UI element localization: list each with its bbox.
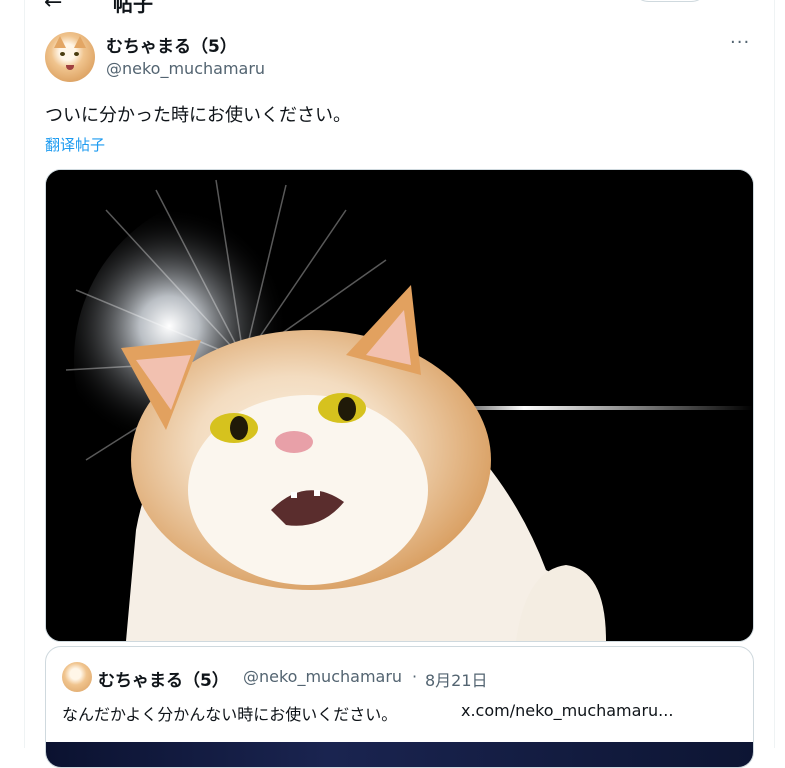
quote-image [46, 742, 753, 767]
quoted-post[interactable]: むちゃまる（5） @neko_muchamaru · 8月21日 なんだかよく分… [45, 646, 754, 768]
arrow-left-icon[interactable]: ← [44, 0, 62, 15]
quote-author-handle: @neko_muchamaru [243, 667, 403, 686]
quote-link[interactable]: x.com/neko_muchamaru... [461, 701, 673, 720]
author-handle[interactable]: @neko_muchamaru [106, 59, 265, 78]
quote-text: なんだかよく分かんない時にお使いください。 [62, 705, 398, 724]
page-title: 帖子 [113, 0, 153, 16]
quote-author-name: むちゃまる（5） [98, 671, 229, 691]
more-horizontal-icon[interactable]: ··· [730, 32, 750, 53]
quote-date: 8月21日 [425, 671, 488, 690]
reply-button[interactable]: 回复 [631, 0, 709, 2]
post-text: ついに分かった時にお使いください。 [45, 105, 351, 126]
avatar[interactable] [45, 32, 95, 82]
quote-avatar [62, 662, 92, 692]
post-image[interactable] [45, 169, 754, 642]
quote-separator: · [412, 667, 418, 686]
top-bar: ← 帖子 回复 ⇅ [0, 0, 785, 16]
translate-link[interactable]: 翻译帖子 [45, 134, 105, 155]
author-name[interactable]: むちゃまる（5） [106, 32, 237, 57]
